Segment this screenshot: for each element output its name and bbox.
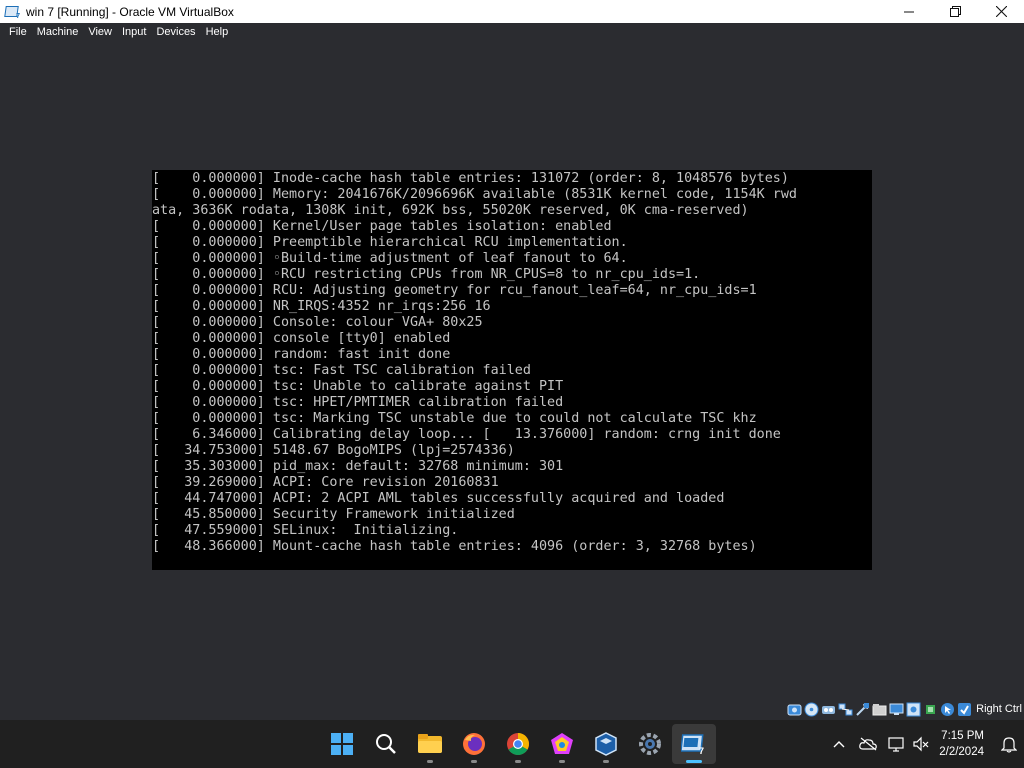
virtualbox-icon bbox=[595, 732, 617, 756]
chrome-icon bbox=[507, 733, 529, 755]
console-line: [ 39.269000] ACPI: Core revision 2016083… bbox=[152, 475, 499, 490]
window-title: win 7 [Running] - Oracle VM VirtualBox bbox=[26, 4, 234, 19]
menu-machine[interactable]: Machine bbox=[32, 23, 84, 41]
console-line: [ 0.000000] ◦Build-time adjustment of le… bbox=[152, 251, 628, 266]
menu-input[interactable]: Input bbox=[117, 23, 151, 41]
console-line: [ 0.000000] random: fast init done bbox=[152, 347, 451, 362]
vm-status-bar: Right Ctrl bbox=[787, 699, 1022, 719]
console-line: [ 0.000000] console [tty0] enabled bbox=[152, 331, 451, 346]
mouse-integration-icon[interactable] bbox=[940, 702, 955, 717]
maximize-button[interactable] bbox=[932, 0, 978, 23]
display-icon[interactable] bbox=[889, 702, 904, 717]
console-output: [ 0.000000] Inode-cache hash table entri… bbox=[152, 170, 872, 555]
close-icon bbox=[995, 6, 1007, 17]
console-line: ata, 3636K rodata, 1308K init, 692K bss,… bbox=[152, 203, 749, 218]
console-line: [ 0.000000] tsc: Marking TSC unstable du… bbox=[152, 411, 757, 426]
menu-help[interactable]: Help bbox=[201, 23, 234, 41]
cpu-icon[interactable] bbox=[923, 702, 938, 717]
settings-icon bbox=[639, 733, 661, 755]
system-tray: 7:15 PM 2/2/2024 bbox=[827, 720, 1024, 768]
audio-icon[interactable] bbox=[821, 702, 836, 717]
minimize-icon bbox=[904, 11, 914, 12]
clock-time: 7:15 PM bbox=[941, 730, 984, 742]
start-icon bbox=[331, 733, 353, 755]
tray-app-icon[interactable] bbox=[851, 720, 885, 768]
vm-window-icon: 7 bbox=[681, 734, 704, 756]
clock[interactable]: 7:15 PM 2/2/2024 bbox=[933, 728, 994, 760]
menu-bar: File Machine View Input Devices Help bbox=[0, 23, 1024, 41]
console-line: [ 0.000000] RCU: Adjusting geometry for … bbox=[152, 283, 757, 298]
menu-view[interactable]: View bbox=[83, 23, 117, 41]
recording-icon[interactable] bbox=[906, 702, 921, 717]
bell-icon bbox=[1001, 737, 1017, 753]
console-line: [ 0.000000] Console: colour VGA+ 80x25 bbox=[152, 315, 483, 330]
firefox-icon bbox=[463, 733, 485, 755]
console-line: [ 48.366000] Mount-cache hash table entr… bbox=[152, 539, 757, 554]
console-line: [ 0.000000] Inode-cache hash table entri… bbox=[152, 171, 789, 186]
network-icon[interactable] bbox=[838, 702, 853, 717]
search-button[interactable] bbox=[364, 724, 408, 764]
network-status-button[interactable] bbox=[885, 720, 909, 768]
hard-disk-icon[interactable] bbox=[787, 702, 802, 717]
restore-icon bbox=[949, 6, 961, 17]
usb-icon[interactable] bbox=[855, 702, 870, 717]
cloud-off-icon bbox=[859, 737, 878, 751]
host-key-label[interactable]: Right Ctrl bbox=[976, 703, 1022, 715]
console-line: [ 44.747000] ACPI: 2 ACPI AML tables suc… bbox=[152, 491, 725, 506]
start-button[interactable] bbox=[320, 724, 364, 764]
keyboard-icon[interactable] bbox=[957, 702, 972, 717]
console-line: [ 6.346000] Calibrating delay loop... [ … bbox=[152, 427, 781, 442]
console-line: [ 34.753000] 5148.67 BogoMIPS (lpj=25743… bbox=[152, 443, 515, 458]
title-bar[interactable]: 7 win 7 [Running] - Oracle VM VirtualBox bbox=[0, 0, 1024, 23]
console-line: [ 47.559000] SELinux: Initializing. bbox=[152, 523, 459, 538]
shared-folders-icon[interactable] bbox=[872, 702, 887, 717]
console-line: [ 0.000000] NR_IRQS:4352 nr_irqs:256 16 bbox=[152, 299, 491, 314]
console-line: [ 0.000000] ◦RCU restricting CPUs from N… bbox=[152, 267, 701, 282]
settings-button[interactable] bbox=[628, 724, 672, 764]
console-line: [ 45.850000] Security Framework initiali… bbox=[152, 507, 515, 522]
pinned-app-button[interactable] bbox=[540, 724, 584, 764]
console-line: [ 0.000000] Preemptible hierarchical RCU… bbox=[152, 235, 628, 250]
virtualbox-button[interactable] bbox=[584, 724, 628, 764]
firefox-button[interactable] bbox=[452, 724, 496, 764]
file-explorer-icon bbox=[418, 734, 442, 753]
search-icon bbox=[376, 734, 396, 754]
svg-text:7: 7 bbox=[699, 746, 704, 756]
minimize-button[interactable] bbox=[886, 0, 932, 23]
menu-file[interactable]: File bbox=[4, 23, 32, 41]
clock-date: 2/2/2024 bbox=[939, 746, 984, 758]
console-line: [ 0.000000] tsc: HPET/PMTIMER calibratio… bbox=[152, 395, 564, 410]
close-button[interactable] bbox=[978, 0, 1024, 23]
console-line: [ 0.000000] tsc: Unable to calibrate aga… bbox=[152, 379, 564, 394]
network-wired-icon bbox=[888, 737, 904, 752]
console-line: [ 0.000000] tsc: Fast TSC calibration fa… bbox=[152, 363, 531, 378]
virtualbox-vm-icon: 7 bbox=[4, 4, 20, 20]
chevron-up-icon bbox=[833, 741, 845, 748]
console-line: [ 0.000000] Kernel/User page tables isol… bbox=[152, 219, 612, 234]
notifications-button[interactable] bbox=[994, 735, 1024, 753]
show-hidden-icons-button[interactable] bbox=[827, 720, 851, 768]
volume-button[interactable] bbox=[909, 720, 933, 768]
console-line: [ 35.303000] pid_max: default: 32768 min… bbox=[152, 459, 564, 474]
chrome-button[interactable] bbox=[496, 724, 540, 764]
tailscale-icon bbox=[551, 733, 573, 754]
optical-drive-icon[interactable] bbox=[804, 702, 819, 717]
vm-display[interactable]: [ 0.000000] Inode-cache hash table entri… bbox=[152, 170, 872, 570]
taskbar: 7 7:15 PM 2/2/2024 bbox=[0, 720, 1024, 768]
vm-window-button[interactable]: 7 bbox=[672, 724, 716, 764]
file-explorer-button[interactable] bbox=[408, 724, 452, 764]
volume-muted-icon bbox=[913, 736, 929, 752]
console-line: [ 0.000000] Memory: 2041676K/2096696K av… bbox=[152, 187, 797, 202]
menu-devices[interactable]: Devices bbox=[151, 23, 200, 41]
